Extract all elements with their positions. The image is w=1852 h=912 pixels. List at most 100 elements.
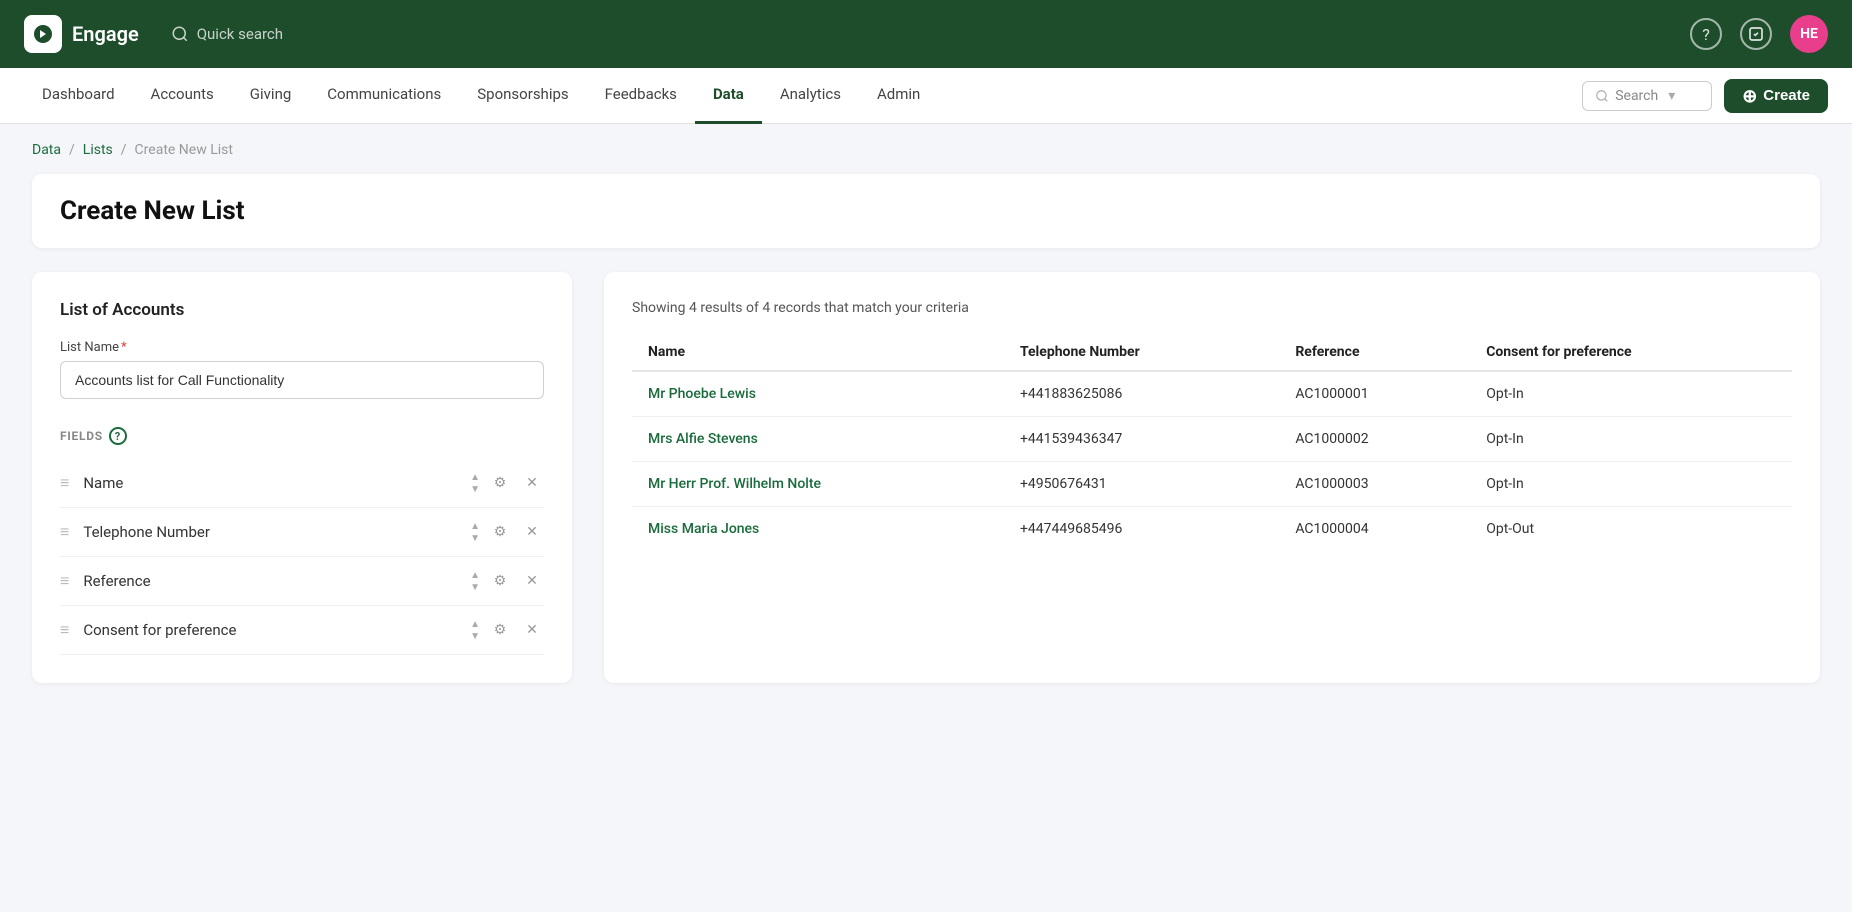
main-content: List of Accounts List Name* FIELDS ? ≡ N… <box>32 272 1820 683</box>
tasks-icon[interactable] <box>1740 18 1772 50</box>
col-header-name: Name <box>632 334 1004 371</box>
results-info: Showing 4 results of 4 records that matc… <box>632 300 1792 316</box>
drag-handle-telephone[interactable]: ≡ <box>60 522 69 542</box>
help-icon[interactable]: ? <box>1690 18 1722 50</box>
quick-search-label: Quick search <box>197 25 283 43</box>
breadcrumb-sep-2: / <box>121 142 127 158</box>
page-title: Create New List <box>60 196 1792 226</box>
create-button[interactable]: ⊕ Create <box>1724 79 1828 113</box>
list-name-label: List Name* <box>60 340 544 355</box>
right-panel: Showing 4 results of 4 records that matc… <box>604 272 1820 683</box>
field-actions-name: ▲▼ ⚙ ✕ <box>470 471 544 495</box>
col-header-telephone: Telephone Number <box>1004 334 1279 371</box>
required-indicator: * <box>121 340 127 355</box>
cell-reference: AC1000001 <box>1279 371 1470 417</box>
remove-icon-name[interactable]: ✕ <box>520 471 544 495</box>
table-row: Mrs Alfie Stevens +441539436347 AC100000… <box>632 417 1792 462</box>
user-avatar[interactable]: HE <box>1790 15 1828 53</box>
list-name-field: List Name* <box>60 340 544 399</box>
field-row-consent: ≡ Consent for preference ▲▼ ⚙ ✕ <box>60 606 544 655</box>
list-name-input[interactable] <box>60 361 544 399</box>
remove-icon-consent[interactable]: ✕ <box>520 618 544 642</box>
sort-arrows-reference[interactable]: ▲▼ <box>470 570 480 593</box>
cell-reference: AC1000004 <box>1279 507 1470 552</box>
fields-help-icon[interactable]: ? <box>109 427 127 445</box>
settings-icon-reference[interactable]: ⚙ <box>488 569 512 593</box>
topbar-right: ? HE <box>1690 15 1828 53</box>
breadcrumb-lists[interactable]: Lists <box>83 142 113 158</box>
field-consent-label: Consent for preference <box>83 621 460 639</box>
settings-icon-telephone[interactable]: ⚙ <box>488 520 512 544</box>
nav-item-sponsorships[interactable]: Sponsorships <box>459 68 586 124</box>
left-panel: List of Accounts List Name* FIELDS ? ≡ N… <box>32 272 572 683</box>
cell-reference: AC1000002 <box>1279 417 1470 462</box>
logo-wrap[interactable]: Engage <box>24 15 139 53</box>
quick-search-button[interactable]: Quick search <box>171 25 283 43</box>
subnav-right: Search ▾ ⊕ Create <box>1582 79 1828 113</box>
field-reference-label: Reference <box>83 572 460 590</box>
remove-icon-reference[interactable]: ✕ <box>520 569 544 593</box>
cell-name: Miss Maria Jones <box>632 507 1004 552</box>
field-row-reference: ≡ Reference ▲▼ ⚙ ✕ <box>60 557 544 606</box>
table-row: Mr Phoebe Lewis +441883625086 AC1000001 … <box>632 371 1792 417</box>
topbar: Engage Quick search ? HE <box>0 0 1852 68</box>
cell-consent: Opt-In <box>1470 462 1792 507</box>
breadcrumb-data[interactable]: Data <box>32 142 61 158</box>
cell-telephone: +447449685496 <box>1004 507 1279 552</box>
field-row-name: ≡ Name ▲▼ ⚙ ✕ <box>60 459 544 508</box>
subnav: Dashboard Accounts Giving Communications… <box>0 68 1852 124</box>
nav-item-dashboard[interactable]: Dashboard <box>24 68 133 124</box>
app-name: Engage <box>72 22 139 46</box>
sort-arrows-telephone[interactable]: ▲▼ <box>470 521 480 544</box>
remove-icon-telephone[interactable]: ✕ <box>520 520 544 544</box>
cell-consent: Opt-In <box>1470 371 1792 417</box>
page-title-card: Create New List <box>32 174 1820 248</box>
cell-consent: Opt-Out <box>1470 507 1792 552</box>
subnav-search-label: Search <box>1615 88 1658 104</box>
drag-handle-name[interactable]: ≡ <box>60 473 69 493</box>
nav-item-admin[interactable]: Admin <box>859 68 938 124</box>
subnav-search[interactable]: Search ▾ <box>1582 81 1712 111</box>
col-header-reference: Reference <box>1279 334 1470 371</box>
breadcrumb: Data / Lists / Create New List <box>0 124 1852 166</box>
cell-reference: AC1000003 <box>1279 462 1470 507</box>
cell-telephone: +441539436347 <box>1004 417 1279 462</box>
section-title: List of Accounts <box>60 300 544 320</box>
cell-name: Mr Phoebe Lewis <box>632 371 1004 417</box>
breadcrumb-current: Create New List <box>135 142 233 158</box>
cell-consent: Opt-In <box>1470 417 1792 462</box>
settings-icon-name[interactable]: ⚙ <box>488 471 512 495</box>
logo-icon <box>24 15 62 53</box>
col-header-consent: Consent for preference <box>1470 334 1792 371</box>
cell-telephone: +4950676431 <box>1004 462 1279 507</box>
drag-handle-consent[interactable]: ≡ <box>60 620 69 640</box>
fields-label: FIELDS ? <box>60 427 544 445</box>
field-actions-reference: ▲▼ ⚙ ✕ <box>470 569 544 593</box>
nav-item-accounts[interactable]: Accounts <box>133 68 232 124</box>
drag-handle-reference[interactable]: ≡ <box>60 571 69 591</box>
table-row: Mr Herr Prof. Wilhelm Nolte +4950676431 … <box>632 462 1792 507</box>
create-button-label: Create <box>1763 87 1810 104</box>
field-name-label: Name <box>83 474 460 492</box>
sort-arrows-consent[interactable]: ▲▼ <box>470 619 480 642</box>
nav-item-feedbacks[interactable]: Feedbacks <box>587 68 695 124</box>
breadcrumb-sep-1: / <box>69 142 75 158</box>
subnav-search-dropdown-icon[interactable]: ▾ <box>1668 88 1675 104</box>
results-table: Name Telephone Number Reference Consent … <box>632 334 1792 551</box>
nav-item-analytics[interactable]: Analytics <box>762 68 859 124</box>
nav-item-communications[interactable]: Communications <box>309 68 459 124</box>
nav-item-giving[interactable]: Giving <box>232 68 309 124</box>
sort-arrows-name[interactable]: ▲▼ <box>470 472 480 495</box>
field-row-telephone: ≡ Telephone Number ▲▼ ⚙ ✕ <box>60 508 544 557</box>
field-actions-consent: ▲▼ ⚙ ✕ <box>470 618 544 642</box>
nav-item-data[interactable]: Data <box>695 68 762 124</box>
create-plus-icon: ⊕ <box>1742 87 1757 105</box>
cell-telephone: +441883625086 <box>1004 371 1279 417</box>
cell-name: Mrs Alfie Stevens <box>632 417 1004 462</box>
settings-icon-consent[interactable]: ⚙ <box>488 618 512 642</box>
field-telephone-label: Telephone Number <box>83 523 460 541</box>
table-row: Miss Maria Jones +447449685496 AC1000004… <box>632 507 1792 552</box>
fields-section: FIELDS ? ≡ Name ▲▼ ⚙ ✕ ≡ Telephone Numbe… <box>60 427 544 655</box>
field-actions-telephone: ▲▼ ⚙ ✕ <box>470 520 544 544</box>
cell-name: Mr Herr Prof. Wilhelm Nolte <box>632 462 1004 507</box>
